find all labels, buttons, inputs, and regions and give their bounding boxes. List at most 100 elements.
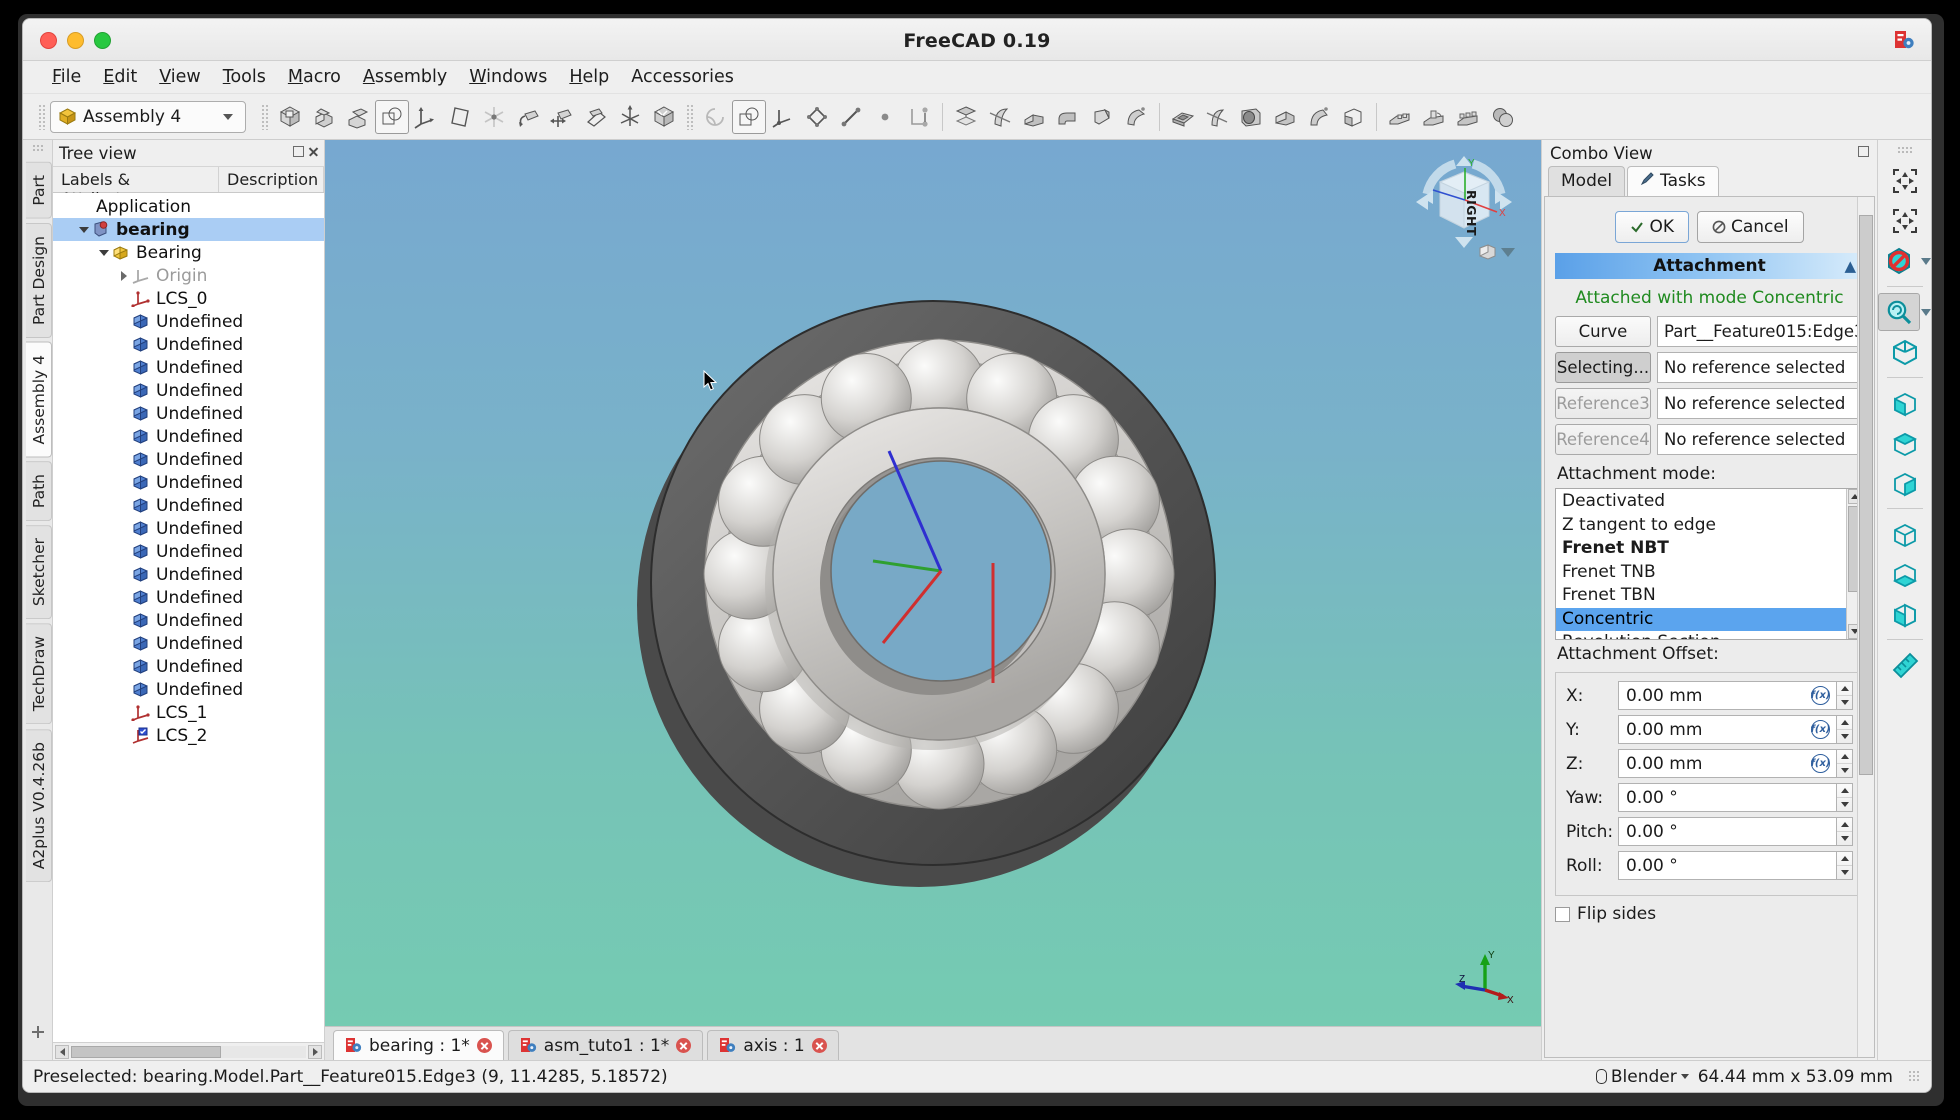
menu-macro[interactable]: Macro xyxy=(277,64,352,90)
stepper-down-icon[interactable] xyxy=(1837,798,1852,811)
chevron-down-icon[interactable] xyxy=(1680,1074,1689,1079)
attach-icon[interactable] xyxy=(579,100,613,134)
offset-stepper-2[interactable] xyxy=(1836,749,1853,778)
bottom-view-icon[interactable] xyxy=(1884,555,1926,593)
revolution-icon[interactable] xyxy=(983,100,1017,134)
tree-item-undefined-12[interactable]: Undefined xyxy=(53,471,324,494)
sidebar-item-part[interactable]: Part xyxy=(26,162,52,219)
tree-item-undefined-15[interactable]: Undefined xyxy=(53,540,324,563)
exploded-view-icon[interactable] xyxy=(647,100,681,134)
flip-sides-checkbox[interactable] xyxy=(1555,906,1570,922)
column-header-description[interactable]: Description xyxy=(219,167,324,192)
document-tab-0[interactable]: bearing : 1* xyxy=(333,1030,504,1060)
sidebar-item-sketcher[interactable]: Sketcher xyxy=(26,525,52,620)
placement-icon[interactable] xyxy=(613,100,647,134)
additive-loft-icon[interactable] xyxy=(1017,100,1051,134)
attachment-mode-item-0[interactable]: Deactivated xyxy=(1556,490,1846,514)
offset-stepper-5[interactable] xyxy=(1836,851,1853,880)
scroll-left-icon[interactable] xyxy=(55,1044,69,1059)
attachment-section-header[interactable]: Attachment ▲ xyxy=(1555,253,1864,279)
column-header-labels[interactable]: Labels & Attributes xyxy=(53,167,219,208)
stepper-up-icon[interactable] xyxy=(1837,750,1852,764)
stepper-down-icon[interactable] xyxy=(1837,696,1852,709)
menu-assembly[interactable]: Assembly xyxy=(352,64,458,90)
chevron-down-icon[interactable] xyxy=(223,113,233,120)
tree-item-undefined-19[interactable]: Undefined xyxy=(53,632,324,655)
groove-icon[interactable] xyxy=(1200,100,1234,134)
tabbar-grip[interactable] xyxy=(32,144,45,152)
view-toolbar-grip[interactable] xyxy=(1896,146,1913,154)
tree-item-bearing-1[interactable]: bearing xyxy=(53,218,324,241)
hole-icon[interactable] xyxy=(1234,100,1268,134)
zoom-group[interactable] xyxy=(1878,293,1931,331)
tree-item-undefined-11[interactable]: Undefined xyxy=(53,448,324,471)
tree-item-bearing-2[interactable]: Bearing xyxy=(53,241,324,264)
toolbar-grip[interactable] xyxy=(38,103,45,130)
insert-part-icon[interactable] xyxy=(307,100,341,134)
additive-pipe-icon[interactable] xyxy=(1051,100,1085,134)
move-part-icon[interactable] xyxy=(511,100,545,134)
offset-stepper-3[interactable] xyxy=(1836,783,1853,812)
menu-file[interactable]: File xyxy=(41,64,92,90)
front-view-icon[interactable] xyxy=(1884,384,1926,422)
shape-binder-icon[interactable] xyxy=(902,100,936,134)
pad-icon[interactable] xyxy=(949,100,983,134)
stepper-down-icon[interactable] xyxy=(1837,866,1852,879)
isometric-view-icon[interactable] xyxy=(1884,333,1926,371)
offset-input-2[interactable]: 0.00 mm f(x) xyxy=(1618,749,1837,778)
datum-plane-icon[interactable] xyxy=(800,100,834,134)
fit-selection-icon[interactable] xyxy=(1884,202,1926,240)
subtractive-pipe-icon[interactable] xyxy=(1302,100,1336,134)
add-workbench-icon[interactable] xyxy=(23,1023,52,1046)
menu-accessories[interactable]: Accessories xyxy=(620,64,745,90)
reference-button-1[interactable]: Selecting... xyxy=(1555,352,1651,383)
zoom-refresh-icon[interactable] xyxy=(1878,293,1920,331)
plane-icon[interactable] xyxy=(443,100,477,134)
sidebar-item-part-design[interactable]: Part Design xyxy=(26,222,52,338)
fit-all-icon[interactable] xyxy=(1884,162,1926,200)
subtractive-loft-icon[interactable] xyxy=(1268,100,1302,134)
tree-item-lcs-1-22[interactable]: LCS_1 xyxy=(53,701,324,724)
reference-button-0[interactable]: Curve xyxy=(1555,316,1651,347)
draw-style-no-shading-icon[interactable] xyxy=(1878,242,1920,280)
reference-value-3[interactable]: No reference selected xyxy=(1657,424,1864,455)
new-assembly-icon[interactable] xyxy=(273,100,307,134)
tree-item-lcs-2-23[interactable]: LCS_2 xyxy=(53,724,324,747)
stepper-down-icon[interactable] xyxy=(1837,832,1852,845)
datum-point-icon[interactable] xyxy=(868,100,902,134)
chevron-down-icon[interactable] xyxy=(97,249,110,256)
expression-editor-icon[interactable]: f(x) xyxy=(1811,720,1830,739)
lcs-axis-icon[interactable] xyxy=(766,100,800,134)
tree-horizontal-scrollbar[interactable] xyxy=(53,1042,324,1060)
scroll-track[interactable] xyxy=(71,1045,306,1058)
flip-sides-row[interactable]: Flip sides xyxy=(1555,904,1864,924)
toolbar-grip-2[interactable] xyxy=(261,103,268,130)
navcube-view-menu[interactable] xyxy=(1476,242,1515,262)
menu-view[interactable]: View xyxy=(148,64,212,90)
datum-line-icon[interactable] xyxy=(834,100,868,134)
tree-item-origin-3[interactable]: Origin xyxy=(53,264,324,287)
workbench-selector[interactable]: Assembly 4 xyxy=(50,100,246,133)
tree-item-undefined-6[interactable]: Undefined xyxy=(53,333,324,356)
attachment-mode-list[interactable]: Deactivated Z tangent to edge Frenet NBT Fr… xyxy=(1555,488,1864,640)
tree-item-undefined-7[interactable]: Undefined xyxy=(53,356,324,379)
tree-item-undefined-10[interactable]: Undefined xyxy=(53,425,324,448)
attachment-mode-item-4[interactable]: Frenet TBN xyxy=(1556,584,1846,608)
tree-item-undefined-8[interactable]: Undefined xyxy=(53,379,324,402)
attachment-mode-items[interactable]: Deactivated Z tangent to edge Frenet NBT Fr… xyxy=(1556,489,1846,639)
menu-edit[interactable]: Edit xyxy=(92,64,148,90)
part-datum-icon[interactable] xyxy=(375,99,409,134)
lcs-icon[interactable] xyxy=(409,100,443,134)
draft-icon[interactable] xyxy=(1451,100,1485,134)
stepper-down-icon[interactable] xyxy=(1837,764,1852,777)
document-tab-2[interactable]: axis : 1 xyxy=(707,1030,839,1060)
float-button[interactable] xyxy=(293,146,304,157)
top-view-icon[interactable] xyxy=(1884,424,1926,462)
tree-item-undefined-13[interactable]: Undefined xyxy=(53,494,324,517)
tree-item-undefined-21[interactable]: Undefined xyxy=(53,678,324,701)
insert-link-icon[interactable] xyxy=(341,100,375,134)
offset-stepper-0[interactable] xyxy=(1836,681,1853,710)
stepper-up-icon[interactable] xyxy=(1837,852,1852,866)
offset-input-4[interactable]: 0.00 ° xyxy=(1618,817,1837,846)
scroll-right-icon[interactable] xyxy=(308,1044,322,1059)
